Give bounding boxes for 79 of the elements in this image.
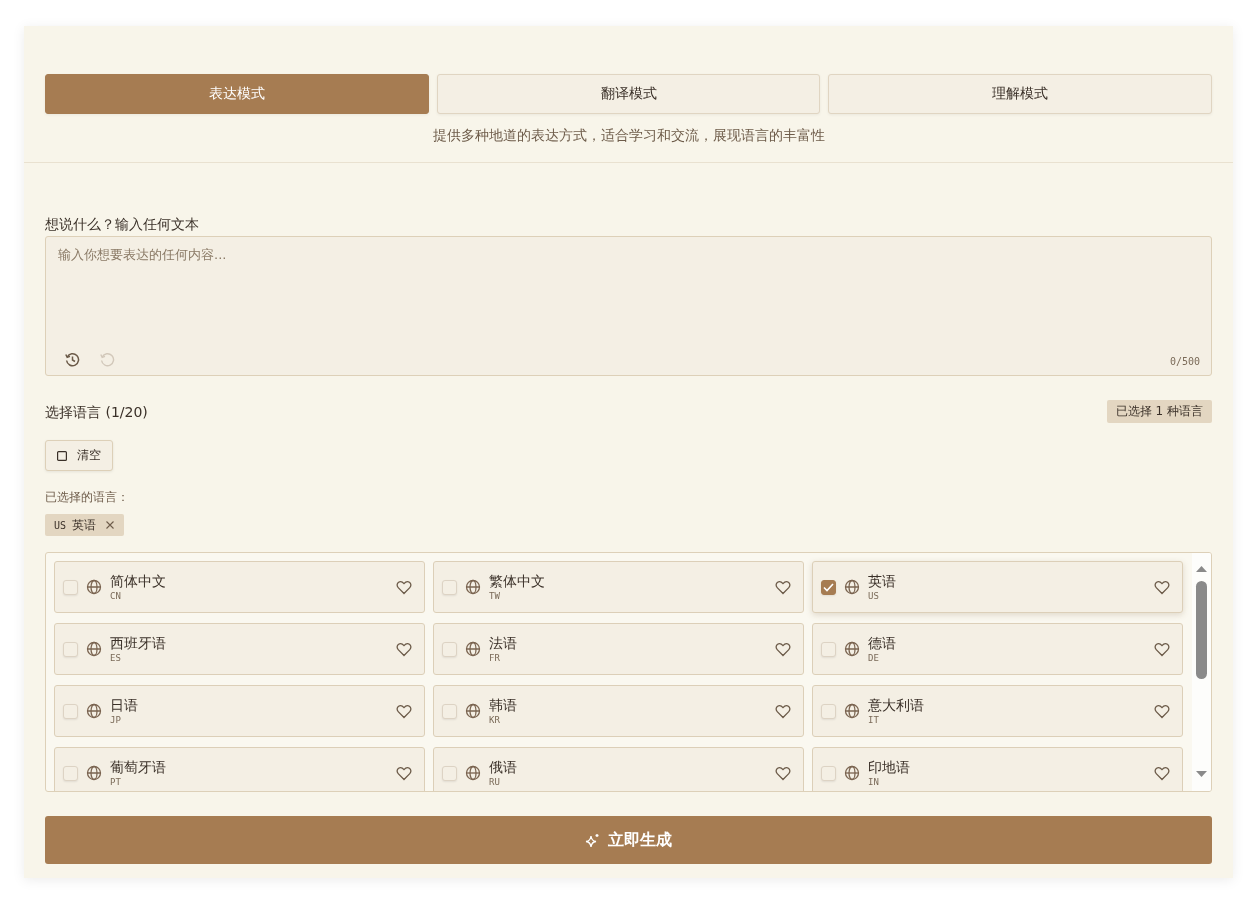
language-card[interactable]: 繁体中文 TW: [433, 561, 804, 613]
language-name: 日语: [110, 696, 139, 714]
language-name: 简体中文: [110, 572, 167, 590]
chip-code: US: [54, 519, 67, 531]
language-card[interactable]: 俄语 RU: [433, 747, 804, 791]
language-card[interactable]: 日语 JP: [54, 685, 425, 737]
heart-icon[interactable]: [1154, 641, 1170, 657]
character-counter: 0/500: [1169, 356, 1200, 367]
language-name: 法语: [489, 634, 518, 652]
globe-icon: [465, 703, 481, 719]
globe-icon: [465, 641, 481, 657]
heart-icon[interactable]: [396, 641, 412, 657]
language-card[interactable]: 法语 FR: [433, 623, 804, 675]
mode-tab[interactable]: 理解模式: [828, 74, 1212, 114]
checkbox[interactable]: [821, 579, 836, 595]
clear-button[interactable]: 清空: [45, 440, 113, 471]
language-code: TW: [489, 590, 501, 602]
heart-icon[interactable]: [1154, 579, 1170, 595]
language-code: ES: [110, 652, 122, 664]
heart-icon[interactable]: [775, 641, 791, 657]
mode-tab[interactable]: 翻译模式: [436, 74, 821, 114]
language-code: KR: [489, 714, 501, 726]
language-name: 西班牙语: [110, 634, 167, 652]
globe-icon: [844, 641, 860, 657]
language-card[interactable]: 葡萄牙语 PT: [54, 747, 425, 791]
text-input-field[interactable]: 输入你想要表达的任何内容...: [58, 247, 1200, 262]
language-name: 德语: [868, 634, 897, 652]
history-icon[interactable]: [65, 352, 80, 367]
mode-description: 提供多种地道的表达方式，适合学习和交流，展现语言的丰富性: [431, 127, 826, 145]
language-code: JP: [110, 714, 122, 726]
language-name: 俄语: [489, 758, 518, 776]
language-card[interactable]: 西班牙语 ES: [54, 623, 425, 675]
globe-icon: [86, 579, 102, 595]
globe-icon: [844, 703, 860, 719]
language-name: 印地语: [868, 758, 911, 776]
sparkle-icon: [585, 832, 600, 848]
close-icon: [106, 521, 115, 529]
chip-label: 英语: [72, 516, 97, 534]
language-code: FR: [489, 652, 501, 664]
language-code: US: [868, 590, 880, 602]
language-code: IT: [868, 714, 880, 726]
language-name: 英语: [868, 572, 897, 590]
square-icon: [57, 450, 67, 461]
language-card[interactable]: 简体中文 CN: [54, 561, 425, 613]
heart-icon[interactable]: [775, 703, 791, 719]
generate-button[interactable]: 立即生成: [45, 816, 1212, 864]
heart-icon[interactable]: [775, 579, 791, 595]
language-card[interactable]: 意大利语 IT: [812, 685, 1183, 737]
mode-tab[interactable]: 表达模式: [45, 74, 429, 114]
language-code: DE: [868, 652, 880, 664]
language-name: 韩语: [489, 696, 518, 714]
language-name: 意大利语: [868, 696, 925, 714]
selected-languages-label: 已选择的语言：: [45, 489, 130, 506]
language-card[interactable]: 韩语 KR: [433, 685, 804, 737]
section-title: 选择语言 (1/20): [45, 402, 148, 421]
heart-icon[interactable]: [396, 579, 412, 595]
globe-icon: [86, 703, 102, 719]
input-label: 想说什么？输入任何文本: [45, 215, 200, 233]
language-name: 葡萄牙语: [110, 758, 167, 776]
heart-icon[interactable]: [1154, 703, 1170, 719]
globe-icon: [844, 765, 860, 781]
globe-icon: [465, 579, 481, 595]
language-card[interactable]: 印地语 IN: [812, 747, 1183, 791]
heart-icon[interactable]: [396, 703, 412, 719]
language-code: PT: [110, 776, 122, 788]
globe-icon: [844, 579, 860, 595]
heart-icon[interactable]: [396, 765, 412, 781]
language-code: IN: [868, 776, 880, 788]
globe-icon: [86, 641, 102, 657]
heart-icon[interactable]: [1154, 765, 1170, 781]
globe-icon: [465, 765, 481, 781]
language-code: CN: [110, 590, 122, 602]
language-name: 繁体中文: [489, 572, 546, 590]
language-card[interactable]: 德语 DE: [812, 623, 1183, 675]
language-card[interactable]: 英语 US: [812, 561, 1183, 613]
selected-count-badge: 已选择 1 种语言: [1106, 400, 1212, 423]
heart-icon[interactable]: [775, 765, 791, 781]
globe-icon: [86, 765, 102, 781]
language-code: RU: [489, 776, 501, 788]
